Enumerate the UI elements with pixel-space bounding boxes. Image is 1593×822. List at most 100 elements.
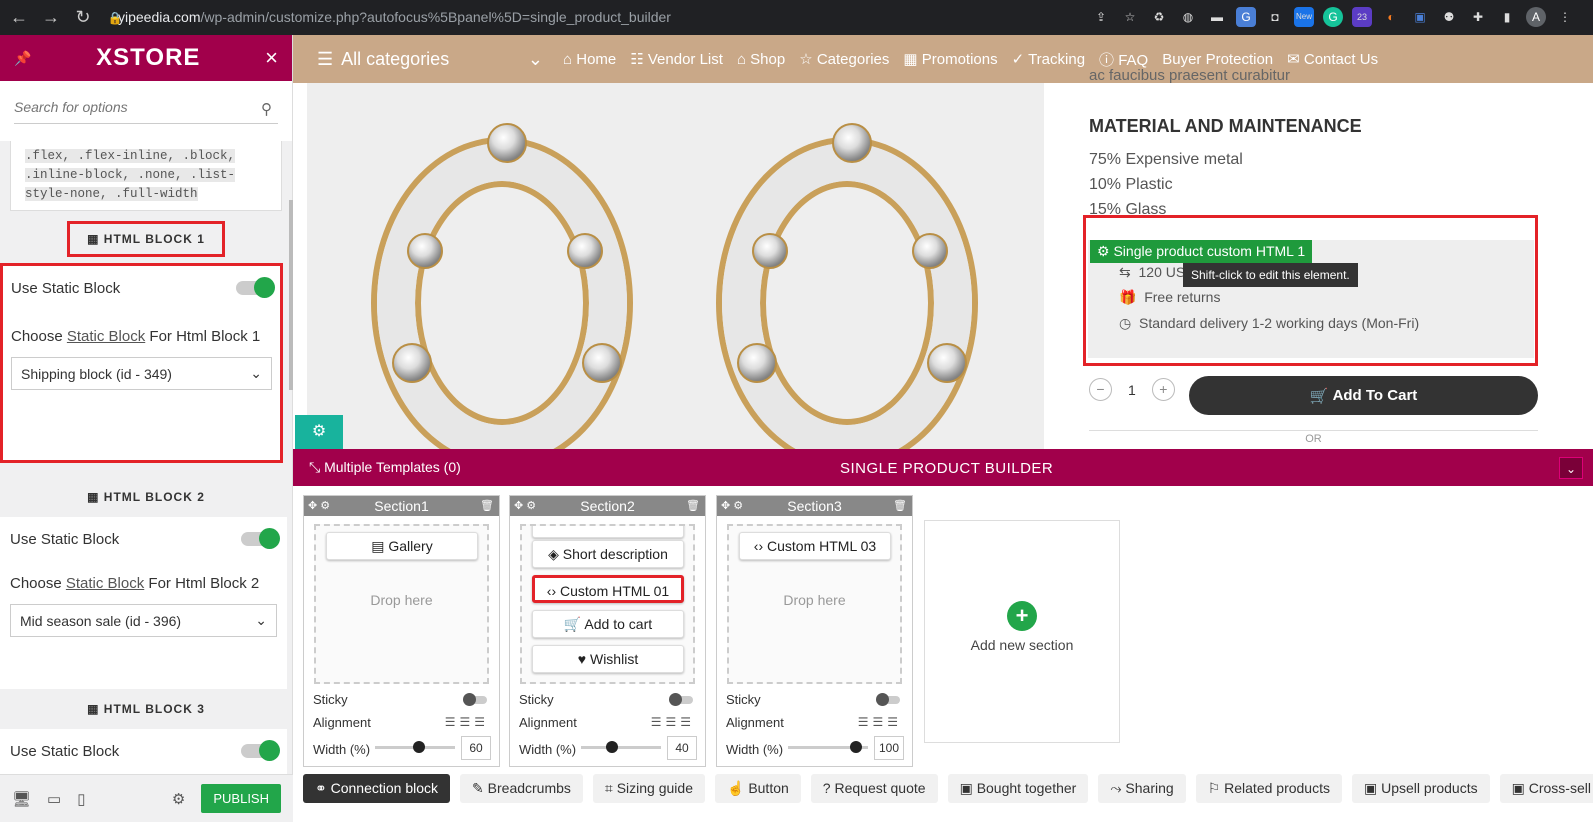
search-icon[interactable]: ⚲ [261, 100, 272, 118]
grammarly-icon[interactable]: G [1323, 7, 1343, 27]
sticky-toggle[interactable] [876, 693, 900, 706]
templates-toggle[interactable]: ⤡ Multiple Templates (0) [309, 459, 461, 476]
collapse-icon[interactable]: ⌄ [1559, 457, 1583, 479]
custom-html-label[interactable]: ⚙ Single product custom HTML 1 [1090, 240, 1313, 263]
tab-request-quote[interactable]: ? Request quote [810, 774, 938, 803]
menu-dots-icon[interactable]: ⋮ [1555, 7, 1575, 27]
nav-promotions[interactable]: ▦ Promotions [903, 50, 997, 68]
static-block-select[interactable]: Mid season sale (id - 396) ⌄ [10, 604, 277, 637]
reload-icon[interactable]: ↻ [70, 7, 96, 28]
builder-section[interactable]: ✥ ⚙ Section3 🗑 Drop here ‹› Custom HTML … [716, 495, 913, 767]
nav-vendor-list[interactable]: ☷ Vendor List [630, 50, 723, 68]
static-block-link[interactable]: Static Block [66, 575, 144, 592]
publish-button[interactable]: PUBLISH [201, 784, 281, 813]
quantity-value[interactable]: 1 [1128, 382, 1136, 398]
puzzle-icon[interactable]: ✚ [1468, 7, 1488, 27]
use-static-toggle[interactable] [236, 277, 275, 298]
trash-icon[interactable]: 🗑 [686, 496, 700, 516]
use-static-toggle[interactable] [241, 740, 280, 761]
static-block-select[interactable]: Shipping block (id - 349) ⌄ [11, 357, 272, 390]
globe-icon[interactable]: ◍ [1178, 7, 1198, 27]
tab-breadcrumbs[interactable]: ✎ Breadcrumbs [460, 774, 583, 803]
section-header[interactable]: ✥ ⚙ Section1 🗑 [304, 496, 499, 516]
new-extension-icon[interactable]: New [1294, 7, 1314, 27]
quantity-stepper[interactable]: − 1 + [1089, 378, 1175, 401]
mobile-icon[interactable]: ▯ [77, 790, 85, 808]
product-image[interactable] [307, 83, 1044, 449]
builder-section[interactable]: ✥ ⚙ Section2 🗑 ◈ Short description ‹› Cu… [509, 495, 706, 767]
nav-tracking[interactable]: ✓ Tracking [1012, 50, 1085, 68]
bookmark-star-icon[interactable]: ☆ [1120, 7, 1140, 27]
profile-avatar[interactable]: A [1526, 7, 1546, 27]
camera-icon[interactable]: ◘ [1265, 7, 1285, 27]
add-new-section-button[interactable]: + Add new section [924, 520, 1120, 743]
width-input[interactable]: 100 [874, 736, 904, 760]
video-icon[interactable]: ▣ [1410, 7, 1430, 27]
section-header[interactable]: ✥ ⚙ Section3 🗑 [717, 496, 912, 516]
align-icons[interactable]: ☰☰☰ [445, 715, 489, 729]
element-short-description[interactable]: ◈ Short description [532, 540, 684, 568]
drop-zone[interactable]: ◈ Short description ‹› Custom HTML 01 🛒 … [520, 524, 695, 684]
tab-cross-sell[interactable]: ▣ Cross-sell [1499, 774, 1593, 803]
translate-icon[interactable]: G [1236, 7, 1256, 27]
element-gallery[interactable]: ▤ Gallery [326, 532, 478, 560]
static-block-link[interactable]: Static Block [67, 328, 145, 345]
tab-related-products[interactable]: ⚐ Related products [1195, 774, 1342, 803]
use-static-toggle[interactable] [241, 528, 280, 549]
back-icon[interactable]: ← [6, 7, 32, 28]
drop-zone[interactable]: Drop here ‹› Custom HTML 03 [727, 524, 902, 684]
tab-button[interactable]: ☝ Button [714, 774, 801, 803]
minus-icon[interactable]: − [1089, 378, 1112, 401]
truck-icon[interactable]: ▬ [1207, 7, 1227, 27]
sticky-toggle[interactable] [463, 693, 487, 706]
builder-section[interactable]: ✥ ⚙ Section1 🗑 Drop here ▤ Gallery Stick… [303, 495, 500, 767]
move-gear-icons[interactable]: ✥ ⚙ [721, 496, 743, 516]
tab-upsell-products[interactable]: ▣ Upsell products [1351, 774, 1490, 803]
network-icon[interactable]: ⚉ [1439, 7, 1459, 27]
nav-home[interactable]: ⌂ Home [563, 51, 616, 68]
add-to-cart-button[interactable]: 🛒 Add To Cart [1189, 376, 1538, 415]
desktop-icon[interactable]: 🖥 [12, 790, 31, 808]
tab-connection-block[interactable]: ⚭ Connection block [303, 774, 451, 803]
align-icons[interactable]: ☰☰☰ [651, 715, 695, 729]
search-options-input[interactable] [14, 99, 278, 124]
nav-buyer-protection[interactable]: Buyer Protection [1162, 51, 1273, 68]
width-input[interactable]: 40 [667, 736, 697, 760]
builder-float-icon[interactable]: ⚙ [295, 415, 343, 449]
width-slider[interactable] [788, 741, 868, 753]
counter-extension-icon[interactable]: 23 [1352, 7, 1372, 27]
nav-categories[interactable]: ☆ Categories [799, 50, 889, 68]
forward-icon[interactable]: → [38, 7, 64, 28]
drop-zone[interactable]: Drop here ▤ Gallery [314, 524, 489, 684]
width-slider[interactable] [581, 741, 661, 753]
width-input[interactable]: 60 [461, 736, 491, 760]
tab-bought-together[interactable]: ▣ Bought together [947, 774, 1089, 803]
element-custom-html-03[interactable]: ‹› Custom HTML 03 [739, 532, 891, 560]
tablet-icon[interactable]: ▭ [47, 790, 61, 808]
sticky-toggle[interactable] [669, 693, 693, 706]
close-icon[interactable]: × [265, 45, 278, 71]
align-icons[interactable]: ☰☰☰ [858, 715, 902, 729]
nav-shop[interactable]: ⌂ Shop [737, 51, 785, 68]
tab-sharing[interactable]: ⤳ Sharing [1098, 774, 1186, 803]
share-icon[interactable]: ⇪ [1091, 7, 1111, 27]
trash-icon[interactable]: 🗑 [480, 496, 494, 516]
all-categories-dropdown[interactable]: ☰ All categories ⌄ [293, 49, 563, 70]
element-wishlist[interactable]: ♥ Wishlist [532, 645, 684, 673]
width-slider[interactable] [375, 741, 455, 753]
section-header[interactable]: ✥ ⚙ Section2 🗑 [510, 496, 705, 516]
pin-icon[interactable]: 📌 [14, 50, 31, 67]
element-hidden[interactable] [532, 526, 684, 538]
firefox-like-icon[interactable]: ◐ [1381, 7, 1401, 27]
move-gear-icons[interactable]: ✥ ⚙ [308, 496, 330, 516]
move-gear-icons[interactable]: ✥ ⚙ [514, 496, 536, 516]
sidebar-toggle-icon[interactable]: ▮ [1497, 7, 1517, 27]
nav-contact-us[interactable]: ✉ Contact Us [1287, 50, 1378, 68]
element-custom-html-01[interactable]: ‹› Custom HTML 01 [532, 575, 684, 603]
tab-sizing-guide[interactable]: ⌗ Sizing guide [592, 774, 705, 803]
address-bar[interactable]: yipeedia.com/wp-admin/customize.php?auto… [118, 9, 671, 25]
trash-icon[interactable]: 🗑 [893, 496, 907, 516]
element-add-to-cart[interactable]: 🛒 Add to cart [532, 610, 684, 638]
recycle-icon[interactable]: ♻ [1149, 7, 1169, 27]
plus-icon[interactable]: + [1151, 378, 1175, 401]
